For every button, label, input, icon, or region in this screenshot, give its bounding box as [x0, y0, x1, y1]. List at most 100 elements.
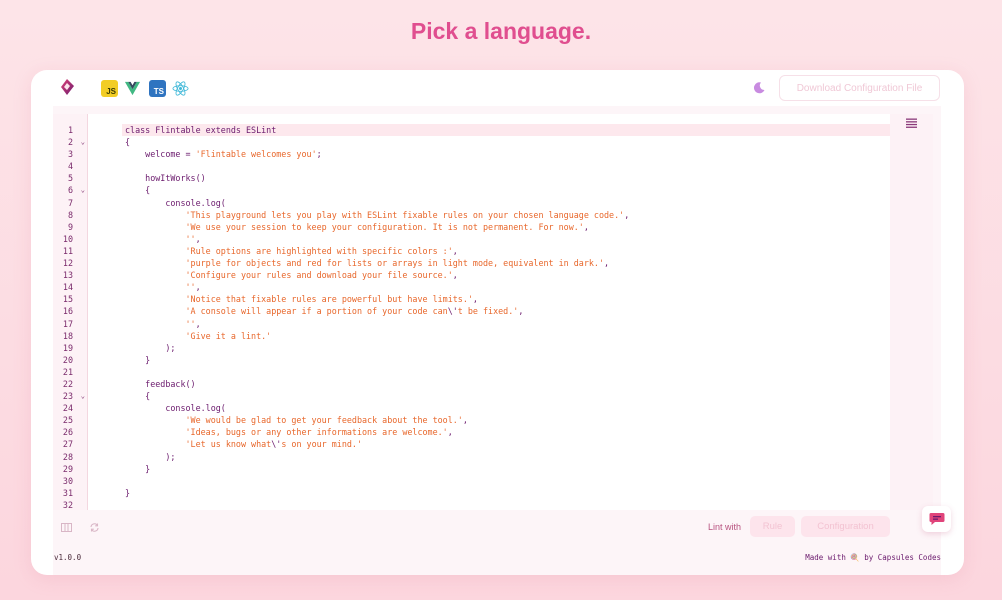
code-line[interactable]: } — [125, 463, 890, 475]
code-token: 'Ideas, bugs or any other informations a… — [125, 427, 448, 438]
code-token: s on your mind.' — [281, 439, 363, 450]
line-number: 19 — [62, 342, 73, 353]
code-content[interactable]: class Flintable extends ESLint { welcome … — [122, 124, 890, 511]
code-token: 'Rule options are highlighted with speci… — [125, 245, 453, 256]
code-token: , — [624, 209, 630, 220]
line-number: 29 — [62, 463, 73, 474]
code-line[interactable]: console.log( — [125, 402, 890, 414]
code-line[interactable]: 'We would be glad to get your feedback a… — [125, 414, 890, 426]
code-token: 'This playground lets you play with ESLi… — [125, 209, 625, 220]
line-number: 30 — [62, 475, 73, 486]
line-gutter: 1 2 ⌄ 3 4 5 6 ⌄ 7 8 9 10 11 12 13 14 15 16 17 18 19 20 21 22 23 ⌄… — [53, 114, 87, 510]
columns-icon[interactable] — [61, 522, 72, 533]
code-token: , — [472, 294, 478, 305]
code-token: } — [125, 463, 151, 474]
line-number: 24 — [62, 403, 73, 414]
code-line[interactable]: '', — [125, 281, 890, 293]
line-number: 1 — [67, 125, 73, 135]
download-configuration-button[interactable]: Download Configuration File — [779, 75, 940, 101]
code-token: { — [125, 391, 151, 402]
code-line[interactable] — [125, 366, 890, 378]
code-token: 'Notice that fixable rules are powerful … — [125, 294, 473, 305]
list-icon[interactable] — [906, 118, 917, 128]
code-token: , — [518, 306, 524, 317]
code-token: 'We would be glad to get your feedback a… — [125, 415, 463, 426]
code-line[interactable]: ); — [125, 451, 890, 463]
toolbar: JS TS Download Configuration File — [31, 70, 964, 106]
moon-icon[interactable] — [752, 81, 766, 95]
vue-icon[interactable] — [124, 80, 141, 97]
code-token: 'We use your session to keep your config… — [125, 221, 584, 232]
code-token: welcome = — [125, 149, 196, 160]
code-token: console.log( — [125, 197, 226, 208]
refresh-icon[interactable] — [89, 522, 100, 533]
side-panel — [890, 114, 933, 510]
code-line[interactable]: 'Configure your rules and download your … — [125, 269, 890, 281]
rule-button[interactable]: Rule — [750, 516, 795, 537]
fold-chevron-icon[interactable]: ⌄ — [81, 390, 85, 402]
code-token: , — [583, 221, 589, 232]
page-title: Pick a language. — [410, 18, 592, 44]
code-line[interactable]: } — [125, 487, 890, 499]
console-toggle-button[interactable] — [922, 506, 951, 532]
line-number: 22 — [62, 378, 73, 389]
typescript-icon[interactable]: TS — [149, 80, 166, 97]
code-token: howItWorks() — [125, 173, 206, 184]
lint-with-label: Lint with — [708, 522, 742, 532]
code-line[interactable]: { — [125, 390, 890, 402]
line-number: 18 — [62, 330, 73, 341]
code-token: , — [604, 258, 610, 269]
code-token: { — [125, 185, 151, 196]
code-token: 'purple for objects and red for lists or… — [125, 258, 605, 269]
code-token: \' — [447, 306, 458, 317]
fold-chevron-icon[interactable]: ⌄ — [81, 184, 85, 196]
code-line[interactable]: 'Give it a lint.' — [125, 330, 890, 342]
code-line[interactable]: welcome = 'Flintable welcomes you'; — [125, 148, 890, 160]
credit-label: Made with 🍭 by Capsules Codes — [805, 553, 941, 562]
line-number: 2 ⌄ — [67, 136, 85, 148]
code-line[interactable] — [125, 499, 890, 511]
code-line[interactable]: 'This playground lets you play with ESLi… — [125, 209, 890, 221]
code-line[interactable]: 'A console will appear if a portion of y… — [125, 305, 890, 317]
code-line[interactable]: 'Ideas, bugs or any other informations a… — [125, 426, 890, 438]
code-token: , — [452, 270, 458, 281]
code-line[interactable]: howItWorks() — [125, 172, 890, 184]
line-number: 17 — [62, 318, 73, 329]
code-line[interactable]: console.log( — [125, 197, 890, 209]
code-line[interactable]: class Flintable extends ESLint — [122, 124, 890, 137]
code-token: 'Flintable welcomes you' — [195, 149, 317, 160]
code-token: , — [195, 233, 201, 244]
code-line[interactable]: ); — [125, 342, 890, 354]
code-line[interactable]: { — [125, 136, 890, 148]
code-token: , — [195, 282, 201, 293]
line-number: 32 — [62, 499, 73, 510]
line-number: 6 ⌄ — [67, 184, 85, 196]
code-line[interactable]: 'Let us know what\'s on your mind.' — [125, 438, 890, 450]
code-line[interactable]: } — [125, 354, 890, 366]
code-token: , — [452, 245, 458, 256]
code-line[interactable]: '', — [125, 318, 890, 330]
code-line[interactable]: 'Rule options are highlighted with speci… — [125, 245, 890, 257]
line-number: 7 — [67, 197, 73, 208]
fold-chevron-icon[interactable]: ⌄ — [81, 136, 85, 148]
typescript-icon-label: TS — [153, 87, 164, 96]
code-line[interactable] — [125, 160, 890, 172]
code-line[interactable]: { — [125, 184, 890, 196]
code-line[interactable] — [125, 475, 890, 487]
code-token: 'Configure your rules and download your … — [125, 270, 453, 281]
configuration-button[interactable]: Configuration — [801, 516, 890, 537]
line-numbers: 1 2 ⌄ 3 4 5 6 ⌄ 7 8 9 10 11 12 13 14 15 16 17 18 19 20 21 22 23 ⌄… — [53, 124, 87, 511]
code-token: } — [125, 354, 151, 365]
line-number: 25 — [62, 415, 73, 426]
code-line[interactable]: feedback() — [125, 378, 890, 390]
code-line[interactable]: 'purple for objects and red for lists or… — [125, 257, 890, 269]
code-token: console.log( — [125, 403, 226, 414]
code-token: ); — [125, 451, 176, 462]
code-line[interactable]: '', — [125, 233, 890, 245]
code-editor[interactable]: class Flintable extends ESLint { welcome … — [87, 114, 890, 510]
react-icon[interactable] — [172, 80, 189, 97]
line-number: 28 — [62, 451, 73, 462]
code-line[interactable]: 'We use your session to keep your config… — [125, 221, 890, 233]
code-line[interactable]: 'Notice that fixable rules are powerful … — [125, 293, 890, 305]
javascript-icon[interactable]: JS — [101, 80, 118, 97]
